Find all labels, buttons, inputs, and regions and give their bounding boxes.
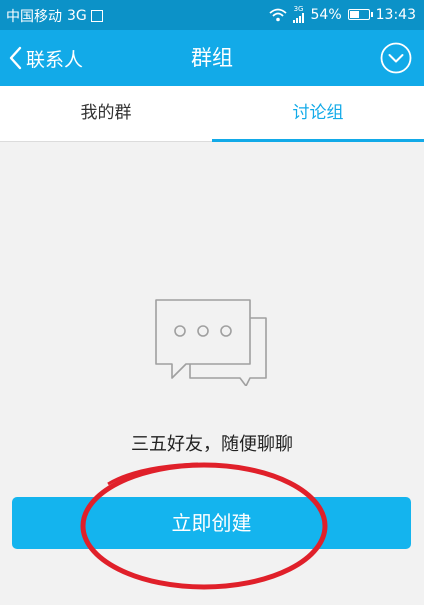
tab-discussion-groups[interactable]: 讨论组 (212, 86, 424, 142)
page-title: 群组 (191, 46, 233, 70)
battery-percent: 54% (310, 6, 342, 23)
wifi-icon (268, 8, 287, 21)
signal-bars-icon (292, 13, 304, 23)
clock: 13:43 (375, 6, 416, 23)
tab-bar: 我的群 讨论组 (0, 86, 424, 142)
image-icon (90, 10, 103, 22)
tab-my-groups[interactable]: 我的群 (0, 86, 212, 141)
chat-bubbles-icon (155, 299, 267, 386)
battery-level (349, 11, 359, 18)
signal-network-label: 3G (293, 5, 304, 13)
empty-state-message: 三五好友，随便聊聊 (131, 434, 293, 455)
status-left: 中国移动 3G (6, 6, 103, 26)
carrier-name: 中国移动 (6, 9, 62, 25)
network-type: 3G (67, 8, 87, 24)
battery-icon (347, 9, 373, 20)
chevron-down-circle-icon[interactable] (380, 42, 412, 74)
signal-strength: 3G (292, 5, 305, 23)
nav-bar: 联系人 群组 (0, 30, 424, 86)
status-right: 3G 54% 13:43 (263, 6, 416, 23)
create-now-button[interactable]: 立即创建 (12, 497, 411, 549)
status-bar: 中国移动 3G 3G 54% 13:43 (0, 0, 424, 30)
